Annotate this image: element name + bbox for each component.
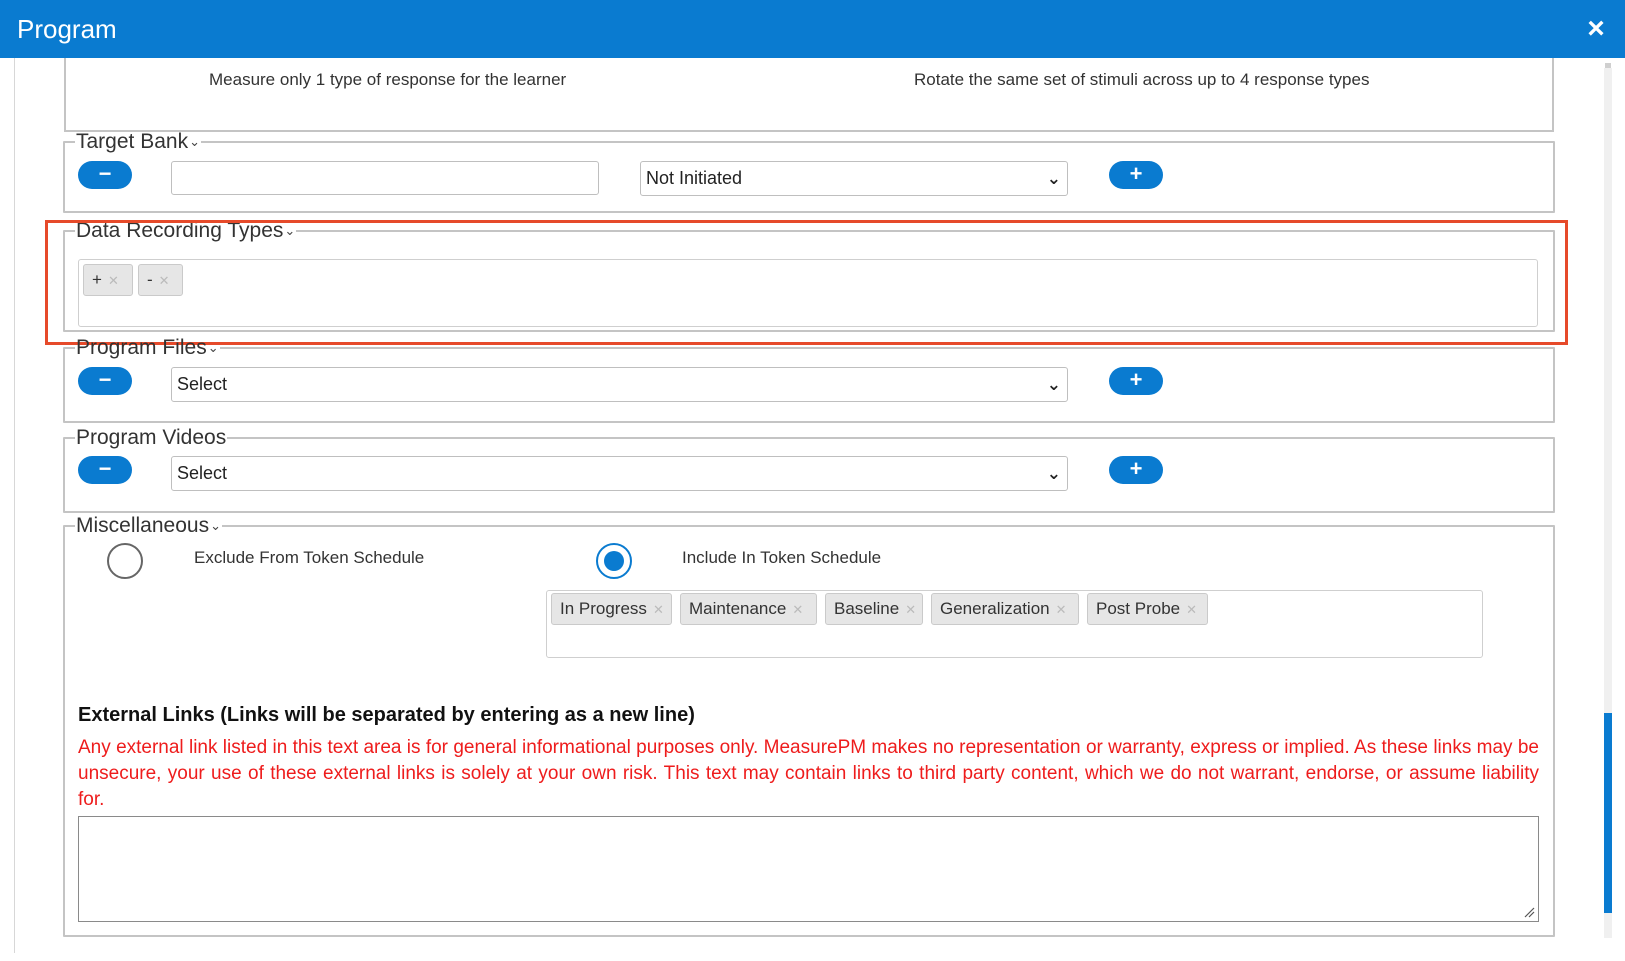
target-add-button[interactable]: + bbox=[1109, 161, 1163, 189]
target-bank-legend[interactable]: Target Bank⌄ bbox=[75, 131, 201, 153]
status-chip: In Progress ✕ bbox=[551, 593, 672, 625]
close-icon[interactable]: ✕ bbox=[1186, 602, 1197, 617]
chip-label: Generalization bbox=[940, 599, 1050, 618]
chip-label: In Progress bbox=[560, 599, 647, 618]
chevron-down-icon: ⌄ bbox=[189, 134, 200, 149]
external-links-textarea[interactable] bbox=[78, 816, 1539, 922]
dialog-header: Program × bbox=[0, 0, 1625, 58]
external-links-heading: External Links (Links will be separated … bbox=[78, 704, 695, 726]
token-status-input[interactable]: In Progress ✕ Maintenance ✕ Baseline ✕ Gene… bbox=[546, 590, 1483, 658]
target-name-input[interactable] bbox=[171, 161, 599, 195]
close-icon[interactable]: ✕ bbox=[792, 602, 803, 617]
program-videos-title: Program Videos bbox=[76, 426, 227, 449]
divider bbox=[14, 58, 15, 953]
chevron-down-icon: ⌄ bbox=[207, 340, 219, 355]
close-icon[interactable]: ✕ bbox=[905, 602, 916, 617]
close-icon[interactable]: ✕ bbox=[653, 602, 664, 617]
exclude-token-label: Exclude From Token Schedule bbox=[194, 548, 425, 567]
program-videos-select[interactable]: Select ⌄ bbox=[171, 456, 1068, 491]
chevron-down-icon: ⌄ bbox=[210, 518, 221, 533]
program-files-title: Program Files bbox=[76, 336, 207, 359]
dialog-body: Measure only 1 type of response for the … bbox=[0, 58, 1625, 961]
program-videos-legend[interactable]: Program Videos bbox=[75, 427, 227, 449]
chip-label: Post Probe bbox=[1096, 599, 1181, 618]
program-files-select[interactable]: Select ⌄ bbox=[171, 367, 1068, 402]
status-chip: Maintenance ✕ bbox=[680, 593, 817, 625]
status-chip: Baseline ✕ bbox=[825, 593, 923, 625]
program-videos-value: Select bbox=[177, 463, 228, 483]
resize-grip-icon[interactable] bbox=[1523, 906, 1535, 918]
chevron-down-icon: ⌄ bbox=[1046, 375, 1061, 394]
program-files-legend[interactable]: Program Files⌄ bbox=[75, 337, 220, 359]
dialog-title: Program bbox=[17, 14, 117, 44]
chip-label: Maintenance bbox=[689, 599, 787, 618]
response-option-rotate[interactable]: Rotate the same set of stimuli across up… bbox=[914, 70, 1369, 90]
external-links-warning: Any external link listed in this text ar… bbox=[78, 737, 1539, 810]
exclude-token-radio[interactable] bbox=[107, 543, 143, 579]
highlight-box bbox=[45, 220, 1568, 345]
program-files-value: Select bbox=[177, 374, 228, 394]
miscellaneous-legend[interactable]: Miscellaneous⌄ bbox=[75, 515, 222, 537]
status-chip: Generalization ✕ bbox=[931, 593, 1079, 625]
close-icon[interactable]: ✕ bbox=[1056, 602, 1067, 617]
miscellaneous-title: Miscellaneous bbox=[76, 514, 210, 537]
chip-label: Baseline bbox=[834, 599, 900, 618]
chevron-down-icon: ⌄ bbox=[1046, 464, 1061, 483]
status-chip: Post Probe ✕ bbox=[1087, 593, 1208, 625]
close-icon[interactable]: × bbox=[1581, 14, 1611, 44]
chevron-down-icon: ⌄ bbox=[1046, 169, 1061, 188]
scrollbar-top bbox=[1605, 63, 1611, 68]
files-add-button[interactable]: + bbox=[1109, 367, 1163, 395]
target-remove-button[interactable]: − bbox=[78, 161, 132, 189]
response-type-section: Measure only 1 type of response for the … bbox=[64, 58, 1554, 132]
response-option-single[interactable]: Measure only 1 type of response for the … bbox=[209, 70, 566, 90]
target-bank-title: Target Bank bbox=[76, 130, 189, 153]
include-token-label: Include In Token Schedule bbox=[682, 548, 882, 567]
program-dialog: Program × Measure only 1 type of respons… bbox=[0, 0, 1625, 961]
videos-add-button[interactable]: + bbox=[1109, 456, 1163, 484]
files-remove-button[interactable]: − bbox=[78, 367, 132, 395]
scrollbar-thumb[interactable] bbox=[1604, 713, 1612, 913]
include-token-radio[interactable] bbox=[596, 543, 632, 579]
target-status-value: Not Initiated bbox=[646, 168, 743, 188]
videos-remove-button[interactable]: − bbox=[78, 456, 132, 484]
target-status-select[interactable]: Not Initiated ⌄ bbox=[640, 161, 1068, 196]
